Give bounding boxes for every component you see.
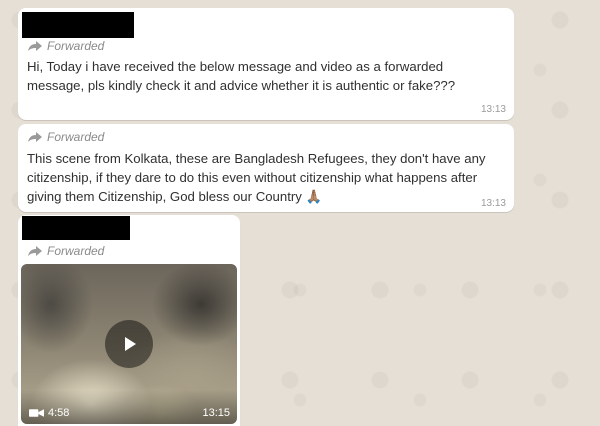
- message-text: Hi, Today i have received the below mess…: [27, 59, 456, 93]
- forwarded-label: Forwarded: [47, 244, 105, 258]
- video-duration: 4:58: [29, 407, 69, 419]
- forwarded-indicator: Forwarded: [28, 244, 104, 258]
- message-time: 13:13: [480, 104, 506, 115]
- video-time: 13:15: [202, 407, 230, 419]
- play-icon[interactable]: [105, 320, 153, 368]
- video-thumbnail[interactable]: 4:58 13:15: [21, 264, 237, 424]
- forwarded-label: Forwarded: [47, 39, 105, 53]
- redacted-sender-name: [22, 12, 134, 38]
- forwarded-label: Forwarded: [47, 130, 105, 144]
- video-time-text: 13:15: [202, 407, 230, 419]
- message-bubble-2[interactable]: Forwarded This scene from Kolkata, these…: [18, 124, 514, 212]
- video-camera-icon: [29, 409, 44, 417]
- forward-arrow-icon: [28, 132, 42, 142]
- forward-arrow-icon: [28, 246, 42, 256]
- message-bubble-3[interactable]: Forwarded 4:58 13:15: [18, 215, 240, 426]
- message-bubble-1[interactable]: Forwarded Hi, Today i have received the …: [18, 8, 514, 120]
- video-duration-text: 4:58: [48, 407, 70, 419]
- message-time: 13:13: [480, 198, 506, 209]
- message-text: This scene from Kolkata, these are Bangl…: [27, 151, 486, 204]
- forwarded-indicator: Forwarded: [28, 39, 104, 53]
- forward-arrow-icon: [28, 41, 42, 51]
- forwarded-indicator: Forwarded: [28, 130, 104, 144]
- redacted-sender-name: [22, 216, 130, 240]
